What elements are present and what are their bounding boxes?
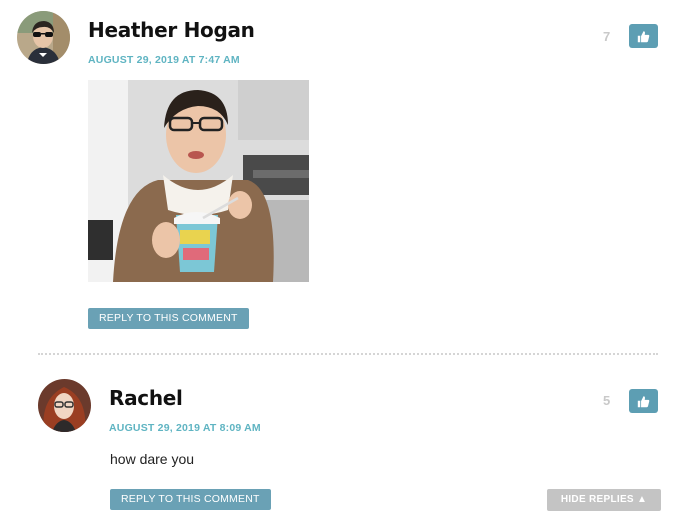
author-name[interactable]: Heather Hogan [88,18,255,42]
vote-count: 5 [603,393,611,408]
comment-date[interactable]: AUGUST 29, 2019 AT 7:47 AM [88,54,240,66]
comment-date[interactable]: AUGUST 29, 2019 AT 8:09 AM [109,422,261,434]
comment-divider [38,353,658,355]
thumbs-up-icon [637,395,650,407]
like-button[interactable] [629,389,658,413]
author-name[interactable]: Rachel [109,386,183,410]
hide-replies-button[interactable]: HIDE REPLIES ▲ [547,489,661,511]
avatar-image [38,379,91,432]
like-button[interactable] [629,24,658,48]
gif-image [88,80,309,282]
avatar-image [17,11,70,64]
reply-button[interactable]: REPLY TO THIS COMMENT [110,489,271,510]
vote-count: 7 [603,29,611,44]
thumbs-up-icon [637,30,650,42]
reply-button[interactable]: REPLY TO THIS COMMENT [88,308,249,329]
comment-body: how dare you [110,451,195,467]
avatar[interactable] [17,11,70,64]
avatar[interactable] [38,379,91,432]
embedded-gif[interactable] [88,80,309,282]
